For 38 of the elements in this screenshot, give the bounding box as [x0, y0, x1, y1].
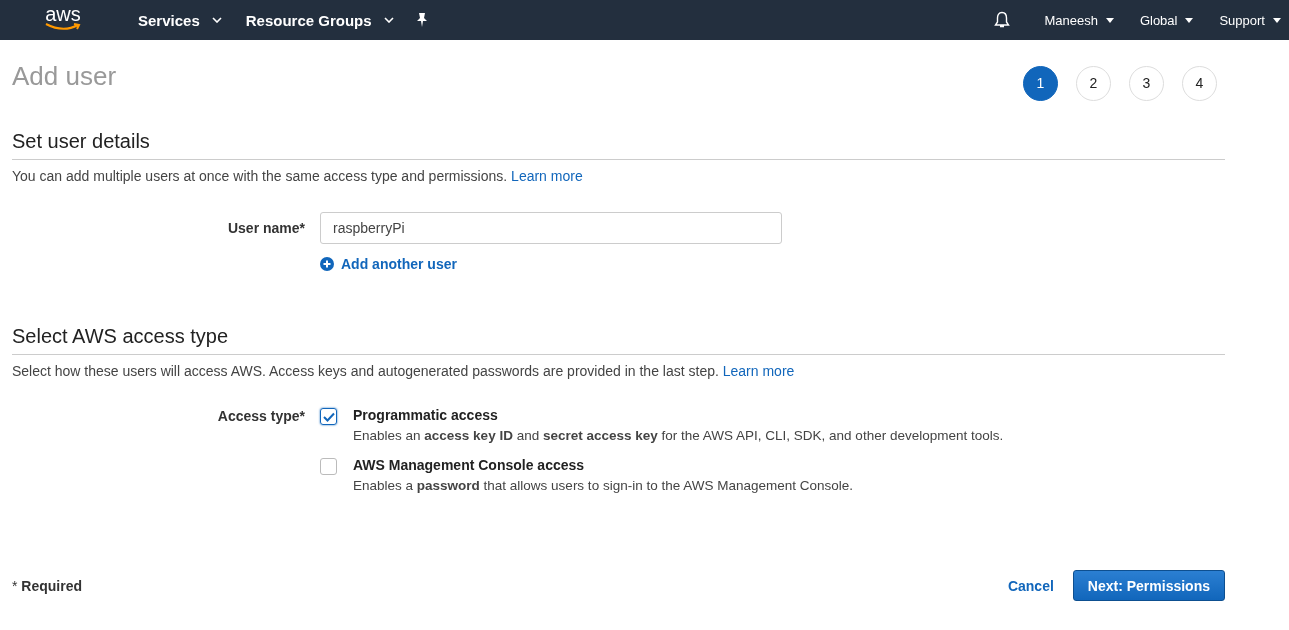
caret-down-icon: [1105, 17, 1114, 23]
chevron-down-icon: [383, 17, 394, 23]
nav-menu[interactable]: Maneesh: [1044, 12, 1114, 28]
section-heading: Set user details: [12, 130, 1225, 160]
learn-more-link[interactable]: Learn more: [722, 363, 795, 379]
nav-menu[interactable]: Resource Groups: [245, 11, 394, 29]
required-note: *Required: [12, 577, 83, 594]
section-heading: Select AWS access type: [12, 325, 1225, 355]
cancel-link[interactable]: Cancel: [1007, 577, 1054, 594]
add-another-user-link[interactable]: Add another user: [320, 256, 457, 272]
step-indicator[interactable]: 1: [1023, 65, 1058, 101]
plus-circle-icon: [320, 257, 334, 271]
chevron-down-icon: [211, 17, 222, 23]
checkbox[interactable]: [320, 458, 337, 475]
field-label: User name*: [226, 220, 305, 236]
bell-icon[interactable]: [994, 11, 1011, 29]
caret-down-icon: [1273, 17, 1281, 23]
option-description: Enables a password that allows users to sign-in to the AWS Management Console.: [353, 478, 854, 493]
pin-icon[interactable]: [415, 13, 428, 27]
checkbox[interactable]: [320, 408, 337, 425]
field-label: Access type*: [216, 408, 305, 424]
nav-menu[interactable]: Support: [1219, 12, 1281, 28]
section-description: You can add multiple users at once with the same access type and permissions. Learn more: [12, 168, 584, 184]
nav-menu[interactable]: Global: [1139, 12, 1194, 28]
caret-down-icon: [1185, 17, 1194, 23]
smile-arrow-icon: [45, 22, 81, 31]
step-indicator[interactable]: 3: [1129, 65, 1164, 101]
option-label: AWS Management Console access: [353, 457, 586, 473]
page-title: Add user: [12, 60, 117, 92]
learn-more-link[interactable]: Learn more: [511, 168, 583, 184]
next-button[interactable]: Next: Permissions: [1072, 570, 1225, 601]
step-indicator[interactable]: 4: [1182, 65, 1217, 101]
nav-menu[interactable]: Services: [138, 11, 222, 29]
user-name-field[interactable]: raspberryPi: [320, 212, 782, 244]
step-indicator[interactable]: 2: [1076, 65, 1111, 101]
section-description: Select how these users will access AWS. Access keys and autogenerated passwords are provided in the last step. Learn more: [12, 363, 796, 379]
option-description: Enables an access key ID and secret access key for the AWS API, CLI, SDK, and other development tools.: [353, 428, 1004, 443]
option-label: Programmatic access: [353, 407, 499, 423]
